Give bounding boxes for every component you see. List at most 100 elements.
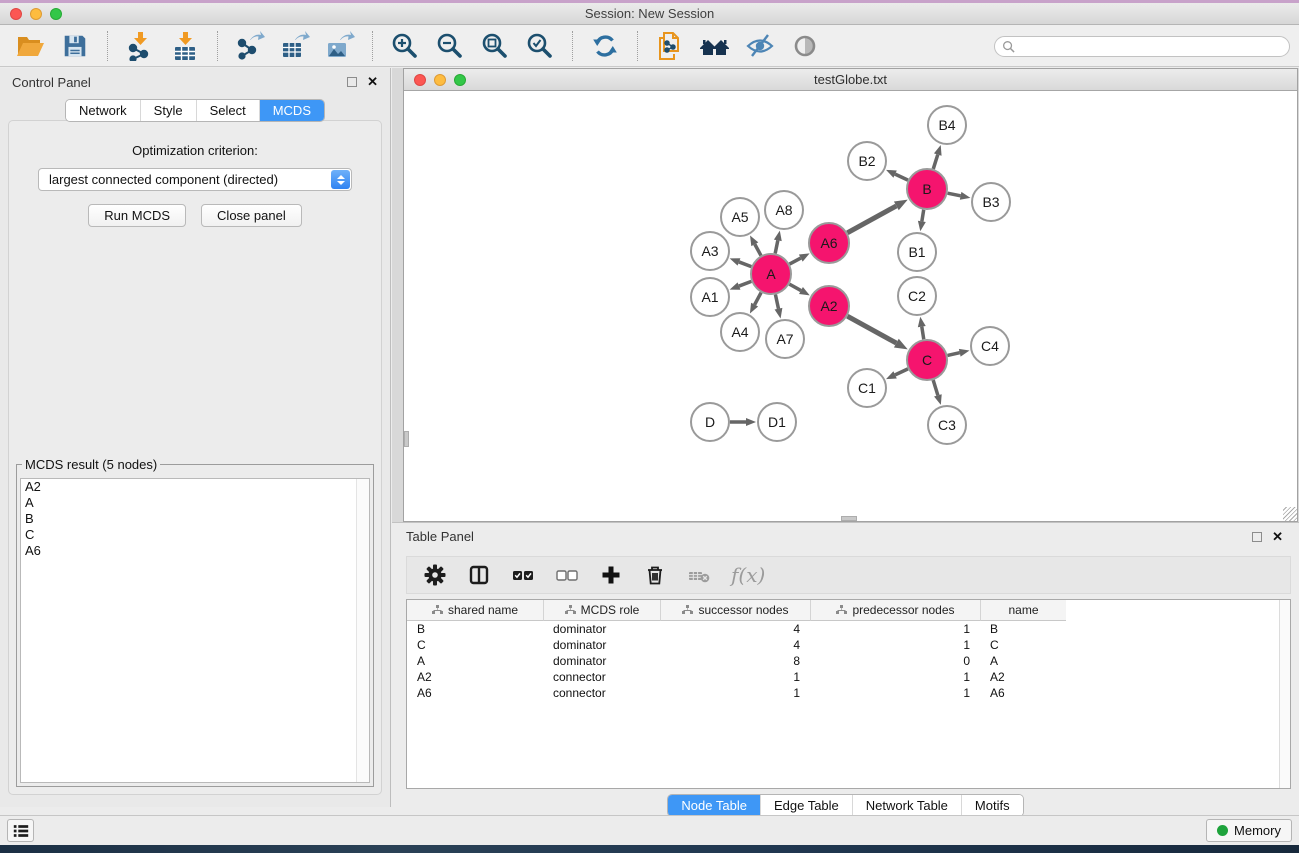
- criterion-select[interactable]: largest connected component (directed): [38, 168, 352, 191]
- tab-motifs[interactable]: Motifs: [961, 795, 1023, 816]
- table-scrollbar[interactable]: [1279, 600, 1290, 788]
- result-item[interactable]: A2: [21, 479, 369, 495]
- close-window-button[interactable]: [10, 8, 22, 20]
- run-mcds-button[interactable]: Run MCDS: [88, 204, 186, 227]
- show-panel-button[interactable]: [789, 30, 821, 62]
- column-header-shared-name[interactable]: shared name: [407, 600, 543, 621]
- network-close-button[interactable]: [414, 74, 426, 86]
- export-network-button[interactable]: [234, 30, 266, 62]
- table-row[interactable]: A2connector11A2: [407, 669, 1290, 685]
- graph-node-C1[interactable]: C1: [848, 369, 886, 407]
- canvas-horizontal-thumb[interactable]: [841, 516, 857, 521]
- graph-node-A8[interactable]: A8: [765, 191, 803, 229]
- node-table[interactable]: shared name MCDS role successor nodes pr…: [406, 599, 1291, 789]
- control-panel-title: Control Panel: [12, 75, 347, 90]
- result-item[interactable]: C: [21, 527, 369, 543]
- table-columns-button[interactable]: [467, 563, 491, 587]
- delete-table-button[interactable]: [687, 563, 711, 587]
- table-settings-button[interactable]: [423, 563, 447, 587]
- zoom-fit-button[interactable]: [479, 30, 511, 62]
- tab-select[interactable]: Select: [196, 100, 259, 121]
- column-header-successor-nodes[interactable]: successor nodes: [660, 600, 810, 621]
- graph-node-A6[interactable]: A6: [809, 223, 849, 263]
- graph-node-A7[interactable]: A7: [766, 320, 804, 358]
- add-row-button[interactable]: [599, 563, 623, 587]
- column-header-mcds-role[interactable]: MCDS role: [543, 600, 660, 621]
- search-box[interactable]: [994, 36, 1290, 57]
- graph-node-C4[interactable]: C4: [971, 327, 1009, 365]
- column-header-name[interactable]: name: [980, 600, 1066, 621]
- canvas-vertical-thumb[interactable]: [404, 431, 409, 447]
- delete-table-icon: [687, 564, 711, 586]
- deselect-all-button[interactable]: [555, 563, 579, 587]
- result-item[interactable]: A: [21, 495, 369, 511]
- save-session-button[interactable]: [59, 30, 91, 62]
- zoom-window-button[interactable]: [50, 8, 62, 20]
- table-row[interactable]: A6connector11A6: [407, 685, 1290, 701]
- close-panel-button[interactable]: Close panel: [201, 204, 302, 227]
- close-table-panel-icon[interactable]: ✕: [1272, 532, 1283, 542]
- graph-node-D1[interactable]: D1: [758, 403, 796, 441]
- graph-node-A4[interactable]: A4: [721, 313, 759, 351]
- duplicate-network-button[interactable]: [654, 30, 686, 62]
- network-minimize-button[interactable]: [434, 74, 446, 86]
- function-builder-button[interactable]: f(x): [731, 563, 765, 587]
- zoom-in-button[interactable]: [389, 30, 421, 62]
- tab-mcds[interactable]: MCDS: [259, 100, 324, 121]
- tab-network-table[interactable]: Network Table: [852, 795, 961, 816]
- table-cell: C: [407, 638, 543, 652]
- graph-node-C3[interactable]: C3: [928, 406, 966, 444]
- zoom-selected-button[interactable]: [524, 30, 556, 62]
- result-item[interactable]: A6: [21, 543, 369, 559]
- refresh-layout-button[interactable]: [589, 30, 621, 62]
- select-all-button[interactable]: [511, 563, 535, 587]
- delete-row-button[interactable]: [643, 563, 667, 587]
- window-resize-grip[interactable]: [1283, 507, 1297, 521]
- unchecked-boxes-icon: [555, 564, 579, 586]
- float-panel-icon[interactable]: [347, 77, 357, 87]
- graph-node-B3[interactable]: B3: [972, 183, 1010, 221]
- graph-node-D[interactable]: D: [691, 403, 729, 441]
- svg-text:C: C: [922, 352, 932, 368]
- toggle-visibility-button[interactable]: [744, 30, 776, 62]
- graph-node-A2[interactable]: A2: [809, 286, 849, 326]
- graph-node-B1[interactable]: B1: [898, 233, 936, 271]
- search-input[interactable]: [1015, 39, 1289, 55]
- tab-node-table[interactable]: Node Table: [668, 795, 760, 816]
- export-image-button[interactable]: [324, 30, 356, 62]
- mcds-result-list[interactable]: A2ABCA6: [20, 478, 370, 783]
- tab-style[interactable]: Style: [140, 100, 196, 121]
- network-zoom-button[interactable]: [454, 74, 466, 86]
- table-row[interactable]: Adominator80A: [407, 653, 1290, 669]
- zoom-out-button[interactable]: [434, 30, 466, 62]
- graph-node-B2[interactable]: B2: [848, 142, 886, 180]
- minimize-window-button[interactable]: [30, 8, 42, 20]
- import-table-button[interactable]: [169, 30, 201, 62]
- graph-node-A5[interactable]: A5: [721, 198, 759, 236]
- open-session-button[interactable]: [14, 30, 46, 62]
- float-table-panel-icon[interactable]: [1252, 532, 1262, 542]
- result-scrollbar[interactable]: [356, 479, 369, 782]
- column-header-predecessor-nodes[interactable]: predecessor nodes: [810, 600, 980, 621]
- result-item[interactable]: B: [21, 511, 369, 527]
- refresh-icon: [590, 31, 620, 61]
- task-history-button[interactable]: [7, 819, 34, 842]
- graph-node-A[interactable]: A: [751, 254, 791, 294]
- network-canvas[interactable]: B4 B2 B B3 A5A8A6 A3 A B1 A1 A2 C2 A4A7 C4 C C1 D D1 C3: [404, 91, 1297, 521]
- table-header-row: shared name MCDS role successor nodes pr…: [407, 600, 1290, 621]
- table-row[interactable]: Cdominator41C: [407, 637, 1290, 653]
- tab-network[interactable]: Network: [66, 100, 140, 121]
- network-overview-button[interactable]: [699, 30, 731, 62]
- graph-node-A3[interactable]: A3: [691, 232, 729, 270]
- graph-node-A1[interactable]: A1: [691, 278, 729, 316]
- graph-node-C[interactable]: C: [907, 340, 947, 380]
- graph-node-B[interactable]: B: [907, 169, 947, 209]
- graph-node-B4[interactable]: B4: [928, 106, 966, 144]
- tab-edge-table[interactable]: Edge Table: [760, 795, 852, 816]
- close-panel-icon[interactable]: ✕: [367, 77, 378, 87]
- graph-node-C2[interactable]: C2: [898, 277, 936, 315]
- memory-button[interactable]: Memory: [1206, 819, 1292, 842]
- import-network-button[interactable]: [124, 30, 156, 62]
- table-row[interactable]: Bdominator41B: [407, 621, 1290, 637]
- export-table-button[interactable]: [279, 30, 311, 62]
